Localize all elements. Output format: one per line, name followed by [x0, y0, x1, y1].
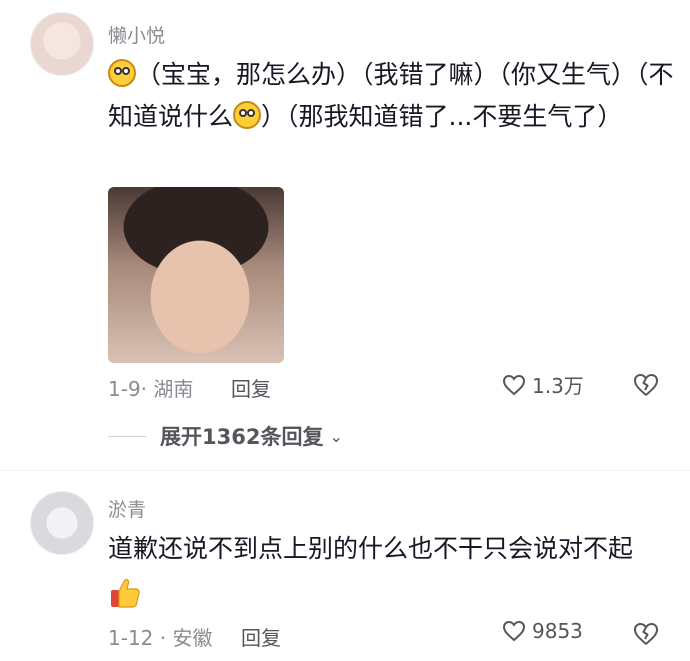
expand-replies-label: 展开1362条回复	[160, 425, 324, 449]
comment-date-location: 1-12 · 安徽	[108, 626, 213, 650]
heart-outline-icon	[502, 374, 526, 396]
chevron-down-icon: ⌄	[329, 426, 343, 446]
smiley-emoji-icon	[108, 59, 136, 87]
dislike-button[interactable]	[632, 621, 660, 647]
comment-username[interactable]: 懒小悦	[108, 21, 165, 48]
broken-heart-icon	[634, 623, 658, 645]
like-button[interactable]: 9853	[502, 619, 583, 643]
dislike-button[interactable]	[632, 372, 660, 398]
like-button[interactable]: 1.3万	[502, 370, 584, 399]
avatar[interactable]	[30, 12, 94, 76]
heart-outline-icon	[502, 620, 526, 642]
comment-divider	[0, 470, 690, 471]
thumbs-up-emoji-icon	[108, 576, 142, 610]
like-count: 1.3万	[532, 374, 584, 398]
smiley-emoji-icon	[233, 101, 262, 129]
avatar[interactable]	[30, 491, 94, 555]
comment-username[interactable]: 淤青	[108, 495, 146, 522]
reply-button[interactable]: 回复	[231, 373, 271, 402]
like-count: 9853	[532, 619, 583, 643]
comment-image[interactable]	[108, 187, 284, 363]
reply-button[interactable]: 回复	[241, 622, 281, 651]
comment-date-location: 1-9· 湖南	[108, 377, 194, 401]
comment-text: 道歉还说不到点上别的什么也不干只会说对不起	[108, 534, 634, 563]
broken-heart-icon	[634, 374, 658, 396]
expand-line-divider	[108, 435, 146, 437]
comment-text: （宝宝，那怎么办）（我错了嘛）（你又生气）（不知道说什么 ）（那我知道错了...不…	[108, 59, 674, 131]
expand-replies-button[interactable]: 展开1362条回复 ⌄	[108, 421, 343, 451]
